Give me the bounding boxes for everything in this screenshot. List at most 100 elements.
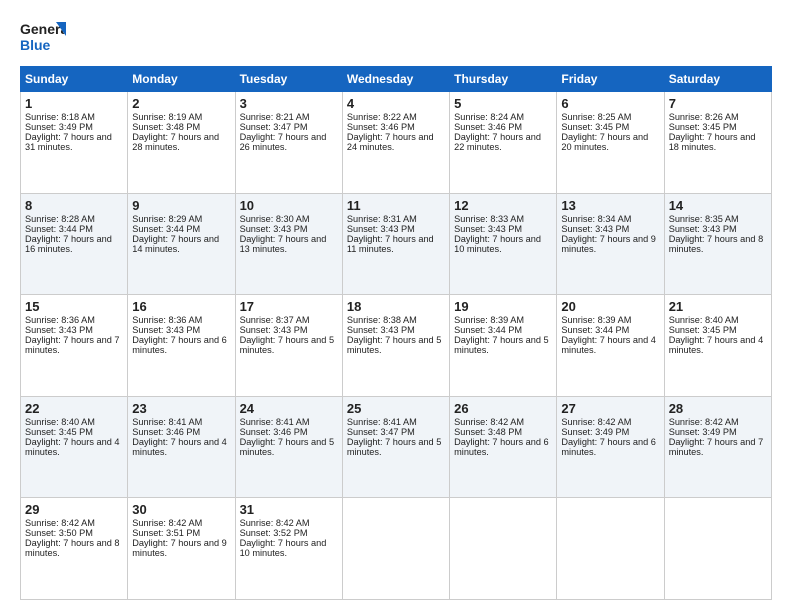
day-number: 26 (454, 401, 552, 416)
col-header-wednesday: Wednesday (342, 67, 449, 92)
sunset-label: Sunset: 3:48 PM (454, 427, 522, 437)
daylight-label: Daylight: 7 hours and 14 minutes. (132, 234, 219, 254)
daylight-label: Daylight: 7 hours and 5 minutes. (347, 335, 442, 355)
calendar-cell: 18 Sunrise: 8:38 AM Sunset: 3:43 PM Dayl… (342, 295, 449, 397)
day-number: 7 (669, 96, 767, 111)
daylight-label: Daylight: 7 hours and 18 minutes. (669, 132, 756, 152)
sunset-label: Sunset: 3:47 PM (347, 427, 415, 437)
daylight-label: Daylight: 7 hours and 22 minutes. (454, 132, 541, 152)
sunset-label: Sunset: 3:46 PM (132, 427, 200, 437)
daylight-label: Daylight: 7 hours and 7 minutes. (669, 437, 764, 457)
daylight-label: Daylight: 7 hours and 24 minutes. (347, 132, 434, 152)
day-number: 22 (25, 401, 123, 416)
day-number: 29 (25, 502, 123, 517)
daylight-label: Daylight: 7 hours and 11 minutes. (347, 234, 434, 254)
sunset-label: Sunset: 3:45 PM (25, 427, 93, 437)
daylight-label: Daylight: 7 hours and 4 minutes. (25, 437, 120, 457)
sunrise-label: Sunrise: 8:41 AM (240, 417, 310, 427)
sunset-label: Sunset: 3:46 PM (347, 122, 415, 132)
daylight-label: Daylight: 7 hours and 5 minutes. (240, 437, 335, 457)
day-number: 27 (561, 401, 659, 416)
sunset-label: Sunset: 3:43 PM (454, 224, 522, 234)
sunset-label: Sunset: 3:43 PM (347, 224, 415, 234)
calendar-cell: 11 Sunrise: 8:31 AM Sunset: 3:43 PM Dayl… (342, 193, 449, 295)
daylight-label: Daylight: 7 hours and 7 minutes. (25, 335, 120, 355)
calendar-cell: 25 Sunrise: 8:41 AM Sunset: 3:47 PM Dayl… (342, 396, 449, 498)
calendar-cell: 29 Sunrise: 8:42 AM Sunset: 3:50 PM Dayl… (21, 498, 128, 600)
day-number: 5 (454, 96, 552, 111)
calendar-cell: 7 Sunrise: 8:26 AM Sunset: 3:45 PM Dayli… (664, 92, 771, 194)
day-number: 2 (132, 96, 230, 111)
sunset-label: Sunset: 3:46 PM (454, 122, 522, 132)
day-number: 8 (25, 198, 123, 213)
sunrise-label: Sunrise: 8:31 AM (347, 214, 417, 224)
sunrise-label: Sunrise: 8:19 AM (132, 112, 202, 122)
calendar-week-row: 8 Sunrise: 8:28 AM Sunset: 3:44 PM Dayli… (21, 193, 772, 295)
daylight-label: Daylight: 7 hours and 20 minutes. (561, 132, 648, 152)
sunrise-label: Sunrise: 8:30 AM (240, 214, 310, 224)
daylight-label: Daylight: 7 hours and 5 minutes. (454, 335, 549, 355)
daylight-label: Daylight: 7 hours and 8 minutes. (669, 234, 764, 254)
sunset-label: Sunset: 3:47 PM (240, 122, 308, 132)
daylight-label: Daylight: 7 hours and 6 minutes. (561, 437, 656, 457)
day-number: 6 (561, 96, 659, 111)
calendar-cell: 6 Sunrise: 8:25 AM Sunset: 3:45 PM Dayli… (557, 92, 664, 194)
sunrise-label: Sunrise: 8:18 AM (25, 112, 95, 122)
sunrise-label: Sunrise: 8:25 AM (561, 112, 631, 122)
col-header-monday: Monday (128, 67, 235, 92)
sunrise-label: Sunrise: 8:36 AM (132, 315, 202, 325)
calendar-cell: 24 Sunrise: 8:41 AM Sunset: 3:46 PM Dayl… (235, 396, 342, 498)
sunset-label: Sunset: 3:43 PM (561, 224, 629, 234)
calendar-cell: 2 Sunrise: 8:19 AM Sunset: 3:48 PM Dayli… (128, 92, 235, 194)
col-header-sunday: Sunday (21, 67, 128, 92)
sunset-label: Sunset: 3:44 PM (561, 325, 629, 335)
calendar-cell: 16 Sunrise: 8:36 AM Sunset: 3:43 PM Dayl… (128, 295, 235, 397)
sunset-label: Sunset: 3:49 PM (669, 427, 737, 437)
daylight-label: Daylight: 7 hours and 6 minutes. (454, 437, 549, 457)
sunrise-label: Sunrise: 8:34 AM (561, 214, 631, 224)
day-number: 25 (347, 401, 445, 416)
sunrise-label: Sunrise: 8:35 AM (669, 214, 739, 224)
daylight-label: Daylight: 7 hours and 4 minutes. (132, 437, 227, 457)
calendar-cell (342, 498, 449, 600)
day-number: 19 (454, 299, 552, 314)
col-header-saturday: Saturday (664, 67, 771, 92)
day-number: 30 (132, 502, 230, 517)
sunset-label: Sunset: 3:52 PM (240, 528, 308, 538)
sunrise-label: Sunrise: 8:42 AM (669, 417, 739, 427)
calendar-cell: 27 Sunrise: 8:42 AM Sunset: 3:49 PM Dayl… (557, 396, 664, 498)
sunrise-label: Sunrise: 8:38 AM (347, 315, 417, 325)
sunset-label: Sunset: 3:45 PM (561, 122, 629, 132)
calendar-cell: 26 Sunrise: 8:42 AM Sunset: 3:48 PM Dayl… (450, 396, 557, 498)
daylight-label: Daylight: 7 hours and 8 minutes. (25, 538, 120, 558)
sunrise-label: Sunrise: 8:21 AM (240, 112, 310, 122)
calendar-cell: 19 Sunrise: 8:39 AM Sunset: 3:44 PM Dayl… (450, 295, 557, 397)
calendar-cell (664, 498, 771, 600)
col-header-thursday: Thursday (450, 67, 557, 92)
sunrise-label: Sunrise: 8:42 AM (240, 518, 310, 528)
calendar-cell: 17 Sunrise: 8:37 AM Sunset: 3:43 PM Dayl… (235, 295, 342, 397)
sunset-label: Sunset: 3:43 PM (240, 325, 308, 335)
sunrise-label: Sunrise: 8:22 AM (347, 112, 417, 122)
calendar-cell (450, 498, 557, 600)
daylight-label: Daylight: 7 hours and 16 minutes. (25, 234, 112, 254)
calendar-cell: 5 Sunrise: 8:24 AM Sunset: 3:46 PM Dayli… (450, 92, 557, 194)
daylight-label: Daylight: 7 hours and 6 minutes. (132, 335, 227, 355)
day-number: 3 (240, 96, 338, 111)
day-number: 12 (454, 198, 552, 213)
sunrise-label: Sunrise: 8:42 AM (454, 417, 524, 427)
sunrise-label: Sunrise: 8:40 AM (669, 315, 739, 325)
sunset-label: Sunset: 3:43 PM (25, 325, 93, 335)
sunset-label: Sunset: 3:44 PM (132, 224, 200, 234)
day-number: 11 (347, 198, 445, 213)
calendar-cell: 9 Sunrise: 8:29 AM Sunset: 3:44 PM Dayli… (128, 193, 235, 295)
sunset-label: Sunset: 3:43 PM (669, 224, 737, 234)
sunrise-label: Sunrise: 8:41 AM (347, 417, 417, 427)
calendar-table: SundayMondayTuesdayWednesdayThursdayFrid… (20, 66, 772, 600)
calendar-cell: 14 Sunrise: 8:35 AM Sunset: 3:43 PM Dayl… (664, 193, 771, 295)
calendar-cell: 15 Sunrise: 8:36 AM Sunset: 3:43 PM Dayl… (21, 295, 128, 397)
calendar-cell: 20 Sunrise: 8:39 AM Sunset: 3:44 PM Dayl… (557, 295, 664, 397)
daylight-label: Daylight: 7 hours and 9 minutes. (132, 538, 227, 558)
logo-icon: General Blue (20, 16, 66, 56)
sunrise-label: Sunrise: 8:24 AM (454, 112, 524, 122)
